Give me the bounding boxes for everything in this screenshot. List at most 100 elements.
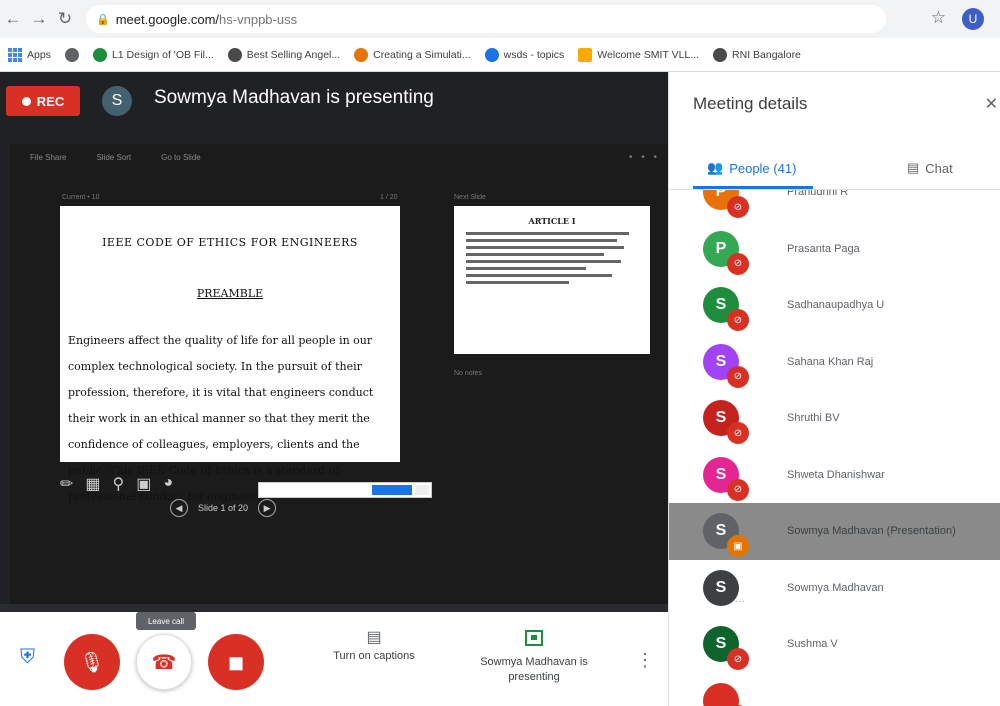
recording-badge: REC xyxy=(6,86,80,116)
previous-slide-icon: ◀ xyxy=(170,499,188,517)
participant-row[interactable]: S… Sowmya Madhavan xyxy=(669,560,1000,617)
mic-off-icon: ⊘ xyxy=(727,196,749,219)
speaking-indicator-icon: … xyxy=(735,593,745,605)
panel-title: Meeting details xyxy=(693,94,808,113)
url-path: hs-vnppb-uss xyxy=(219,11,298,27)
arrow-right-icon[interactable]: → xyxy=(26,6,52,32)
site-icon xyxy=(484,47,499,62)
presenting-button[interactable]: Sowmya Madhavan is presenting xyxy=(474,630,594,685)
more-options-icon: ◕ xyxy=(163,474,174,491)
meeting-details-panel: Meeting details ✕ 👥 People (41) ▤ Chat P… xyxy=(668,72,1000,706)
participant-name: Pranudhni R xyxy=(787,190,849,199)
participant-row[interactable]: S ▣ Sowmya Madhavan (Presentation) xyxy=(669,503,1000,560)
slide-subtitle: PREAMBLE xyxy=(196,287,264,300)
meeting-controls: Leave call ⛨ 🎙 ☎ ◼ ▤ Turn on captions So… xyxy=(0,612,668,706)
participant-row[interactable]: S ⊘ Shweta Dhanishwar xyxy=(669,447,1000,504)
participant-row[interactable]: P ⊘ Prasanta Paga xyxy=(669,221,1000,278)
globe-icon xyxy=(227,47,242,62)
current-slide: IEEE CODE OF ETHICS FOR ENGINEERS PREAMB… xyxy=(60,206,400,503)
participant-row[interactable]: S ⊘ Shruthi BV xyxy=(669,390,1000,447)
present-icon xyxy=(525,630,543,646)
next-slide-icon: ▶ xyxy=(258,499,277,517)
participant-list: P ⊘ Pranudhni R P ⊘ Prasanta Paga S ⊘ Sadhanaupa… xyxy=(669,190,1000,706)
next-slide-label: Next Slide xyxy=(454,194,486,201)
chat-icon: ▤ xyxy=(907,160,920,175)
site-icon xyxy=(92,47,107,62)
slide-title: IEEE CODE OF ETHICS FOR ENGINEERS xyxy=(102,236,358,249)
screen: ← → ↻ 🔒 meet.google.com/ hs-vnppb-uss ☆ … xyxy=(0,0,1000,706)
next-slide-title: ARTICLE I xyxy=(528,216,576,226)
bookmark-item[interactable]: Creating a Simulati... xyxy=(354,47,471,62)
zoom-icon: ⚲ xyxy=(112,476,125,493)
globe-icon xyxy=(64,47,79,62)
mic-off-icon: ⊘ xyxy=(727,309,749,332)
bookmark-item[interactable]: Welcome SMIT VLL... xyxy=(578,47,699,62)
shield-icon[interactable]: ⛨ xyxy=(20,646,38,668)
mic-off-icon: ⊘ xyxy=(727,422,749,445)
record-dot-icon xyxy=(21,96,31,106)
reload-icon[interactable]: ↻ xyxy=(52,6,78,32)
lock-icon: 🔒 xyxy=(96,13,110,26)
address-bar[interactable]: 🔒 meet.google.com/ hs-vnppb-uss xyxy=(86,5,886,33)
arrow-left-icon[interactable]: ← xyxy=(0,6,26,32)
mic-off-icon: 🎙 xyxy=(79,651,105,674)
mic-off-icon: ⊘ xyxy=(727,252,749,275)
participant-name: Prasanta Paga xyxy=(787,242,860,255)
meet-header: REC S Sowmya Madhavan is presenting xyxy=(0,72,668,128)
site-icon xyxy=(578,47,593,62)
participant-row[interactable]: P ⊘ Pranudhni R xyxy=(669,190,1000,221)
star-icon[interactable]: ☆ xyxy=(931,8,946,28)
bookmark-item[interactable]: RNI Bangalore xyxy=(713,47,801,62)
globe-icon xyxy=(713,47,728,62)
mic-off-icon: ⊘ xyxy=(727,365,749,388)
pen-icon: ✏ xyxy=(60,476,74,493)
leave-call-button[interactable]: ☎ xyxy=(136,634,192,690)
stop-sharing-button xyxy=(372,485,412,495)
bookmarks-bar: Apps L1 Design of 'OB Fil... Best Sellin… xyxy=(0,38,1000,72)
microphone-toggle-button[interactable]: 🎙 xyxy=(64,634,120,690)
participant-row[interactable]: S ⊘ Sahana Khan Raj xyxy=(669,334,1000,391)
profile-avatar[interactable]: U xyxy=(962,8,984,30)
participant-row[interactable]: S ⊘ Sushma V xyxy=(669,616,1000,673)
bookmark-item[interactable]: Best Selling Angel... xyxy=(227,47,340,62)
sharing-banner xyxy=(258,482,432,498)
apps-grid-icon xyxy=(8,47,22,62)
monitor-icon: ▣ xyxy=(136,476,152,493)
browser-toolbar: ← → ↻ 🔒 meet.google.com/ hs-vnppb-uss ☆ … xyxy=(0,0,1000,38)
bookmark-globe[interactable] xyxy=(64,47,79,62)
presenting-title: Sowmya Madhavan is presenting xyxy=(154,87,434,108)
next-slide-preview: ARTICLE I xyxy=(454,206,650,354)
slide-navigator: ◀ Slide 1 of 20 ▶ xyxy=(170,499,277,517)
participant-name: Sowmya Madhavan (Presentation) xyxy=(787,525,956,538)
slides-icon: ▦ xyxy=(85,476,101,493)
mic-off-icon: ⊘ xyxy=(727,648,749,671)
shared-app-menu: File Share Slide Sort Go to Slide xyxy=(30,152,201,162)
avatar xyxy=(703,682,739,706)
tab-people[interactable]: 👥 People (41) xyxy=(707,148,796,188)
participant-row[interactable]: S ⊘ Sadhanaupadhya U xyxy=(669,277,1000,334)
participant-name: Sushma V xyxy=(787,638,838,651)
slide-counter: 1 / 20 xyxy=(380,194,398,201)
leave-call-tooltip: Leave call xyxy=(136,612,196,630)
captions-button[interactable]: ▤ Turn on captions xyxy=(314,630,434,664)
bookmark-apps[interactable]: Apps xyxy=(8,47,51,62)
bookmark-item[interactable]: L1 Design of 'OB Fil... xyxy=(92,47,214,62)
window-controls: • • • xyxy=(628,152,660,163)
presenter-avatar: S xyxy=(102,86,132,116)
slide-nav-label: Slide 1 of 20 xyxy=(198,503,249,513)
more-vert-icon[interactable]: ⋮ xyxy=(636,650,654,671)
url-host: meet.google.com/ xyxy=(115,11,220,27)
camera-toggle-button[interactable]: ◼ xyxy=(208,634,264,690)
mic-off-icon: ⊘ xyxy=(727,478,749,501)
participant-row[interactable]: ⊘ xyxy=(669,673,1000,706)
bookmark-item[interactable]: wsds - topics xyxy=(484,47,564,62)
hide-button xyxy=(415,485,429,495)
people-icon: 👥 xyxy=(707,160,724,175)
participant-name: Shruthi BV xyxy=(787,412,840,425)
tab-chat[interactable]: ▤ Chat xyxy=(907,148,953,188)
participant-name: Sowmya Madhavan xyxy=(787,581,884,594)
avatar: S xyxy=(703,569,739,606)
speaker-notes-label: No notes xyxy=(454,370,483,377)
camera-off-icon: ◼ xyxy=(227,651,245,674)
close-icon[interactable]: ✕ xyxy=(985,94,998,114)
